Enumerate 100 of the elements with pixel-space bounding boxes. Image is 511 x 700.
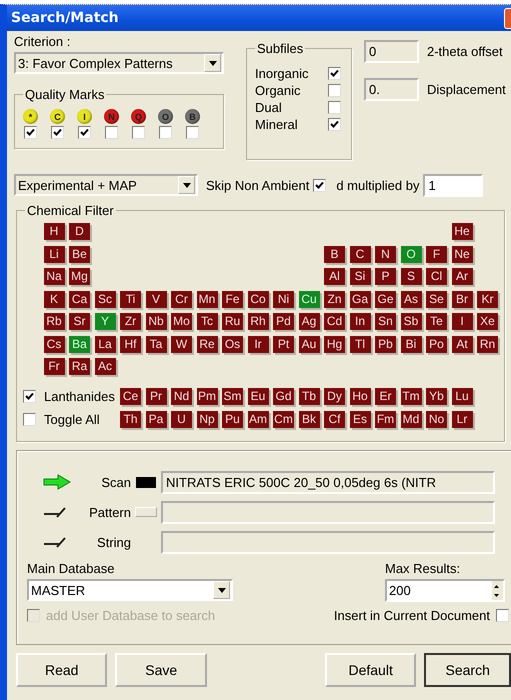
element-button[interactable]: Fe bbox=[222, 290, 243, 308]
element-button[interactable]: Ge bbox=[375, 290, 396, 308]
element-button[interactable]: Cu bbox=[298, 290, 320, 308]
element-button[interactable]: Ir bbox=[248, 336, 268, 352]
element-button[interactable]: Kr bbox=[477, 290, 498, 308]
element-button[interactable]: H bbox=[44, 223, 64, 240]
caret-icon[interactable] bbox=[204, 54, 221, 72]
checkbox[interactable] bbox=[51, 126, 64, 139]
element-button[interactable]: Zr bbox=[120, 313, 141, 330]
element-button[interactable]: Np bbox=[196, 410, 218, 428]
element-button[interactable]: C bbox=[350, 246, 370, 262]
checkbox[interactable] bbox=[105, 126, 118, 139]
element-button[interactable]: Al bbox=[324, 268, 345, 285]
element-button[interactable]: Te bbox=[426, 313, 447, 330]
element-button[interactable]: At bbox=[452, 336, 472, 352]
dropdown[interactable]: MASTER bbox=[27, 579, 233, 601]
spin-arrows-icon[interactable] bbox=[492, 581, 503, 600]
element-button[interactable]: Ar bbox=[452, 268, 472, 285]
element-button[interactable]: Cd bbox=[324, 313, 345, 330]
element-button[interactable]: K bbox=[44, 290, 64, 308]
element-button[interactable]: Sm bbox=[222, 388, 243, 405]
element-button[interactable]: Md bbox=[400, 410, 422, 428]
element-button[interactable]: As bbox=[400, 290, 422, 308]
element-button[interactable]: Cl bbox=[426, 268, 447, 285]
input-field[interactable] bbox=[161, 500, 495, 524]
element-button[interactable]: Cm bbox=[273, 410, 294, 428]
element-button[interactable]: Nb bbox=[146, 313, 166, 330]
element-button[interactable]: Na bbox=[44, 268, 64, 285]
element-button[interactable]: Rb bbox=[44, 313, 64, 330]
element-button[interactable]: Xe bbox=[477, 313, 498, 330]
element-button[interactable]: Ta bbox=[146, 336, 166, 352]
element-button[interactable]: Pb bbox=[375, 336, 396, 352]
element-button[interactable]: Tb bbox=[298, 388, 320, 405]
checkbox[interactable] bbox=[328, 118, 341, 131]
element-button[interactable]: Co bbox=[248, 290, 268, 308]
dropdown[interactable]: Experimental + MAP bbox=[14, 174, 198, 196]
element-button[interactable]: Tc bbox=[196, 313, 218, 330]
element-button[interactable]: Mo bbox=[171, 313, 192, 330]
element-button[interactable]: Ni bbox=[273, 290, 294, 308]
checkbox[interactable] bbox=[132, 126, 145, 139]
element-button[interactable]: Pd bbox=[273, 313, 294, 330]
element-button[interactable]: Eu bbox=[248, 388, 268, 405]
element-button[interactable]: In bbox=[350, 313, 370, 330]
element-button[interactable]: F bbox=[426, 246, 447, 262]
checkbox[interactable] bbox=[496, 609, 509, 622]
element-button[interactable]: Ru bbox=[222, 313, 243, 330]
checkbox[interactable] bbox=[313, 178, 326, 192]
checkbox[interactable] bbox=[328, 67, 341, 80]
element-button[interactable]: Ba bbox=[69, 336, 90, 352]
element-button[interactable]: Tm bbox=[400, 388, 422, 405]
input-field[interactable] bbox=[161, 530, 495, 554]
element-button[interactable]: Re bbox=[196, 336, 218, 352]
element-button[interactable]: Dy bbox=[324, 388, 345, 405]
checkbox[interactable] bbox=[23, 412, 36, 426]
element-button[interactable]: I bbox=[452, 313, 472, 330]
element-button[interactable]: Ho bbox=[350, 388, 370, 405]
close-button[interactable] bbox=[504, 8, 511, 28]
element-button[interactable]: Pa bbox=[146, 410, 166, 428]
element-button[interactable]: Ag bbox=[298, 313, 320, 330]
checkbox[interactable] bbox=[186, 126, 199, 139]
element-button[interactable]: Br bbox=[452, 290, 472, 308]
button[interactable]: Search bbox=[424, 653, 511, 687]
element-button[interactable]: Sb bbox=[400, 313, 422, 330]
element-button[interactable]: Sc bbox=[94, 290, 116, 308]
element-button[interactable]: Nd bbox=[171, 388, 192, 405]
element-button[interactable]: Ca bbox=[69, 290, 90, 308]
element-button[interactable]: D bbox=[69, 223, 90, 240]
element-button[interactable]: Er bbox=[375, 388, 396, 405]
caret-icon[interactable] bbox=[178, 176, 195, 194]
element-button[interactable]: Lu bbox=[452, 388, 472, 405]
element-button[interactable]: B bbox=[324, 246, 345, 262]
element-button[interactable]: Gd bbox=[273, 388, 294, 405]
element-button[interactable]: Sr bbox=[69, 313, 90, 330]
checkbox[interactable] bbox=[23, 390, 36, 403]
element-button[interactable]: Bi bbox=[400, 336, 422, 352]
element-button[interactable]: Pu bbox=[222, 410, 243, 428]
element-button[interactable]: Be bbox=[69, 246, 90, 262]
element-button[interactable]: Fm bbox=[375, 410, 396, 428]
element-button[interactable]: Zn bbox=[324, 290, 345, 308]
checkbox[interactable] bbox=[159, 126, 172, 139]
button[interactable]: Default bbox=[324, 653, 416, 687]
element-button[interactable]: Yb bbox=[426, 388, 447, 405]
element-button[interactable]: Ac bbox=[94, 358, 116, 375]
input-field[interactable]: 0 bbox=[364, 40, 419, 63]
element-button[interactable]: Cr bbox=[171, 290, 192, 308]
element-button[interactable]: Ga bbox=[350, 290, 370, 308]
checkbox[interactable] bbox=[328, 84, 341, 97]
color-swatch[interactable] bbox=[136, 476, 156, 488]
element-button[interactable]: Tl bbox=[350, 336, 370, 352]
button[interactable]: Save bbox=[115, 653, 207, 687]
element-button[interactable]: Fr bbox=[44, 358, 64, 375]
element-button[interactable]: Es bbox=[350, 410, 370, 428]
element-button[interactable]: Hg bbox=[324, 336, 345, 352]
element-button[interactable]: Pr bbox=[146, 388, 166, 405]
element-button[interactable]: S bbox=[400, 268, 422, 285]
element-button[interactable]: Sn bbox=[375, 313, 396, 330]
element-button[interactable]: Cs bbox=[44, 336, 64, 352]
element-button[interactable]: Ce bbox=[120, 388, 141, 405]
element-button[interactable]: No bbox=[426, 410, 447, 428]
element-button[interactable]: Li bbox=[44, 246, 64, 262]
